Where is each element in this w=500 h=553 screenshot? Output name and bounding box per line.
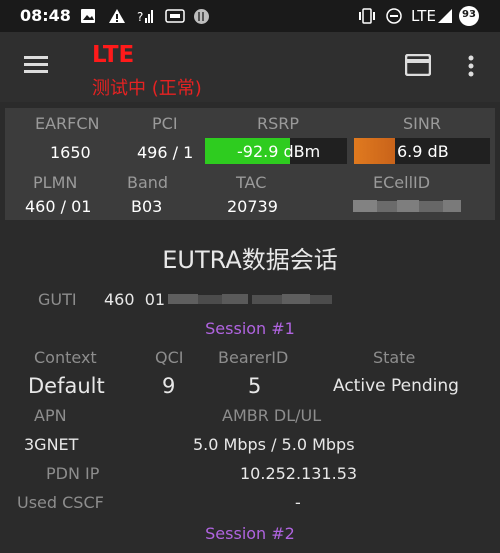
dnd-icon: [386, 8, 402, 24]
sinr-label: SINR: [403, 114, 441, 133]
status-bar: 08:48 ? LTE 93: [0, 0, 500, 32]
band-value: B03: [131, 197, 163, 216]
apn-label: APN: [34, 406, 67, 425]
sinr-value: 6.9 dB: [397, 142, 449, 161]
cell-info-panel: EARFCN PCI RSRP SINR 1650 496 / 1 -92.9 …: [5, 108, 495, 220]
state-label: State: [373, 348, 416, 367]
guti-redacted: [168, 292, 333, 306]
session-1-title: Session #1: [205, 319, 295, 338]
used-cscf-label: Used CSCF: [17, 493, 104, 512]
svg-text:?: ?: [137, 10, 143, 24]
image-icon: [81, 9, 95, 23]
status-time: 08:48: [20, 6, 71, 25]
plmn-value: 460 / 01: [25, 197, 92, 216]
earfcn-value: 1650: [50, 143, 91, 162]
bearer-id-value: 5: [248, 374, 262, 398]
circle-app-icon: [194, 9, 209, 24]
used-cscf-value: -: [295, 493, 301, 512]
alert-icon: [109, 9, 125, 23]
sinr-bar-fill: [354, 138, 395, 164]
band-label: Band: [127, 173, 169, 192]
ecellid-redacted: [353, 198, 463, 214]
earfcn-label: EARFCN: [35, 114, 100, 133]
vibrate-icon: [359, 8, 375, 24]
pci-value: 496 / 1: [137, 143, 194, 162]
context-label: Context: [34, 348, 97, 367]
qci-value: 9: [162, 374, 176, 398]
pci-label: PCI: [152, 114, 178, 133]
context-value: Default: [28, 374, 105, 398]
battery-level: 93: [462, 9, 476, 20]
app-bar: LTE 测试中 (正常): [0, 32, 500, 102]
tac-label: TAC: [236, 173, 267, 192]
more-options-icon[interactable]: [467, 54, 475, 78]
rsrp-value: -92.9 dBm: [237, 142, 321, 161]
signal-question-icon: ?: [137, 10, 153, 24]
rsrp-label: RSRP: [257, 114, 300, 133]
tac-value: 20739: [227, 197, 278, 216]
guti-value: 460 01: [104, 290, 166, 309]
bearer-id-label: BearerID: [218, 348, 289, 367]
ambr-label: AMBR DL/UL: [222, 406, 322, 425]
state-value: Active Pending: [333, 376, 459, 396]
data-icon: [165, 9, 185, 23]
apn-value: 3GNET: [24, 435, 79, 454]
battery-icon: 93: [459, 6, 479, 26]
card-icon[interactable]: [405, 54, 431, 76]
plmn-label: PLMN: [33, 173, 78, 192]
section-heading: EUTRA数据会话: [162, 246, 338, 274]
app-title: LTE: [92, 42, 135, 68]
ambr-value: 5.0 Mbps / 5.0 Mbps: [193, 435, 355, 454]
pdn-ip-label: PDN IP: [46, 464, 100, 483]
menu-icon[interactable]: [24, 56, 48, 74]
qci-label: QCI: [155, 348, 184, 367]
ecellid-label: ECellID: [373, 173, 431, 192]
guti-label: GUTI: [38, 290, 77, 309]
pdn-ip-value: 10.252.131.53: [240, 464, 358, 483]
rsrp-bar: -92.9 dBm: [205, 138, 347, 164]
network-type: LTE: [411, 7, 436, 25]
app-subtitle: 测试中 (正常): [92, 78, 202, 99]
sinr-bar: 6.9 dB: [354, 138, 490, 164]
session-2-title: Session #2: [205, 524, 295, 543]
signal-icon: [438, 9, 452, 23]
